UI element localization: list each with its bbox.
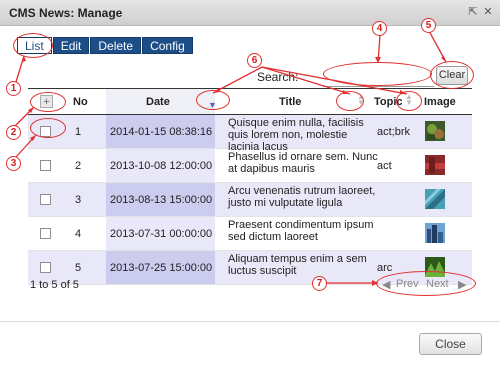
row-checkbox[interactable] xyxy=(40,160,51,171)
annotation-oval xyxy=(30,118,66,138)
row-title: Aliquam tempus enim a sem luctus suscipi… xyxy=(228,253,367,277)
record-count: 1 to 5 of 5 xyxy=(30,279,79,291)
row-title: Arcu venenatis rutrum laoreet, justo mi … xyxy=(228,185,376,209)
popout-icon[interactable]: ⇱ xyxy=(467,6,479,18)
row-title: Quisque enim nulla, facilisis quis lorem… xyxy=(228,117,364,153)
row-checkbox[interactable] xyxy=(40,262,51,273)
annotation-oval xyxy=(323,62,432,86)
annotation-marker-4: 4 xyxy=(372,21,387,36)
row-date: 2013-07-25 15:00:00 xyxy=(110,262,213,274)
row-thumbnail-image xyxy=(425,223,445,243)
row-topic: arc xyxy=(377,262,393,274)
annotation-marker-5: 5 xyxy=(421,18,436,33)
news-table: + No Date ▼ Title ▲ ▼ Topic ▲ ▼ Image 1 20… xyxy=(28,88,472,285)
row-title: Phasellus id ornare sem. Nunc at dapibus… xyxy=(228,151,378,175)
row-thumbnail-image xyxy=(425,189,445,209)
row-checkbox[interactable] xyxy=(40,228,51,239)
annotation-marker-1: 1 xyxy=(6,81,21,96)
annotation-marker-6: 6 xyxy=(247,53,262,68)
footer-divider xyxy=(0,321,500,322)
row-date: 2013-10-08 12:00:00 xyxy=(110,160,213,172)
tab-edit[interactable]: Edit xyxy=(52,37,90,54)
annotation-oval xyxy=(430,61,474,89)
annotation-oval xyxy=(196,90,230,110)
table-row[interactable]: 4 2013-07-31 00:00:00 Praesent condiment… xyxy=(28,217,472,251)
close-icon[interactable]: ✕ xyxy=(482,6,494,18)
column-header-title[interactable]: Title xyxy=(279,96,301,108)
row-date: 2013-07-31 00:00:00 xyxy=(110,228,213,240)
annotation-oval xyxy=(396,91,422,111)
row-date: 2013-08-13 15:00:00 xyxy=(110,194,213,206)
row-checkbox[interactable] xyxy=(40,194,51,205)
window-title: CMS News: Manage xyxy=(9,6,123,20)
annotation-oval xyxy=(336,91,364,111)
search-label: Search: xyxy=(257,70,299,84)
tab-config[interactable]: Config xyxy=(142,37,193,54)
annotation-marker-2: 2 xyxy=(6,125,21,140)
close-button[interactable]: Close xyxy=(419,333,482,355)
table-row[interactable]: 3 2013-08-13 15:00:00 Arcu venenatis rut… xyxy=(28,183,472,217)
row-thumbnail-image xyxy=(425,121,445,141)
row-number: 3 xyxy=(75,194,82,206)
table-row[interactable]: 1 2014-01-15 08:38:16 Quisque enim nulla… xyxy=(28,115,472,153)
row-date: 2014-01-15 08:38:16 xyxy=(110,126,213,138)
annotation-marker-7: 7 xyxy=(312,276,327,291)
column-header-no[interactable]: No xyxy=(73,96,88,108)
row-topic: act xyxy=(377,160,392,172)
row-topic: act;brk xyxy=(377,126,411,138)
row-number: 5 xyxy=(75,262,82,274)
annotation-marker-3: 3 xyxy=(6,156,21,171)
annotation-oval xyxy=(376,271,476,296)
table-row[interactable]: 2 2013-10-08 12:00:00 Phasellus id ornar… xyxy=(28,149,472,183)
row-thumbnail-image xyxy=(425,155,445,175)
row-number: 1 xyxy=(75,126,82,138)
column-header-image: Image xyxy=(424,96,456,108)
tab-delete[interactable]: Delete xyxy=(90,37,142,54)
row-number: 4 xyxy=(75,228,82,240)
column-header-date[interactable]: Date xyxy=(146,96,170,108)
annotation-oval xyxy=(13,33,53,58)
row-number: 2 xyxy=(75,160,82,172)
row-title: Praesent condimentum ipsum sed dictum la… xyxy=(228,219,374,243)
annotation-oval xyxy=(30,92,66,112)
